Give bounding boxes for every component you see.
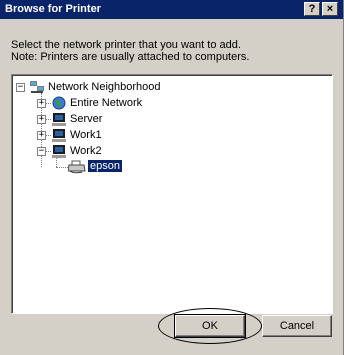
window-title: Browse for Printer (5, 3, 101, 15)
instructions-line-1: Select the network printer that you want… (11, 39, 241, 51)
computer-icon (52, 113, 66, 126)
expand-toggle[interactable]: + (37, 131, 46, 140)
tree-item-network-neighborhood[interactable]: − Network Neighborhood (12, 79, 312, 95)
instructions-line-2: Note: Printers are usually attached to c… (11, 51, 250, 63)
title-bar[interactable]: Browse for Printer ? × (0, 0, 343, 19)
tree-item-entire-network[interactable]: + Entire Network (32, 95, 292, 111)
computer-icon (52, 145, 66, 158)
close-button[interactable]: × (322, 2, 338, 16)
help-button[interactable]: ? (304, 2, 320, 16)
tree-item-label: Network Neighborhood (48, 81, 161, 93)
printer-icon (68, 160, 86, 174)
expand-toggle[interactable]: + (37, 115, 46, 124)
globe-icon (52, 96, 66, 110)
browse-for-printer-dialog: Browse for Printer ? × Select the networ… (0, 0, 344, 355)
tree-item-label: Work1 (70, 129, 102, 141)
tree-item-work2[interactable]: − Work2 (32, 143, 292, 159)
cancel-button[interactable]: Cancel (262, 315, 332, 337)
tree-item-epson[interactable]: epson (68, 159, 268, 175)
collapse-toggle[interactable]: − (16, 83, 25, 92)
network-neighborhood-icon (30, 81, 44, 93)
computer-icon (52, 129, 66, 142)
tree-connector (56, 167, 68, 168)
expand-toggle[interactable]: + (37, 99, 46, 108)
tree-item-work1[interactable]: + Work1 (32, 127, 292, 143)
printer-tree-view[interactable]: − Network Neighborhood + Entire Network … (11, 74, 333, 314)
tree-item-server[interactable]: + Server (32, 111, 292, 127)
collapse-toggle[interactable]: − (37, 147, 46, 156)
tree-item-label: Entire Network (70, 97, 143, 109)
ok-button[interactable]: OK (174, 314, 246, 338)
instructions: Select the network printer that you want… (11, 39, 249, 63)
tree-item-label: epson (88, 160, 122, 172)
tree-item-label: Server (70, 113, 103, 125)
tree-item-label: Work2 (70, 145, 102, 157)
